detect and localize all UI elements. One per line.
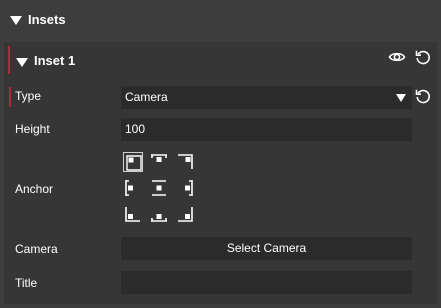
- reset-type-icon[interactable]: [414, 87, 432, 105]
- height-label: Height: [15, 122, 50, 136]
- type-row-accent-bar: [9, 87, 11, 107]
- type-select-value: Camera: [125, 90, 168, 104]
- inset-accent-bar: [8, 46, 10, 74]
- anchor-bottom-right-button[interactable]: [175, 204, 195, 224]
- select-camera-button[interactable]: Select Camera: [121, 237, 412, 260]
- insets-section-title: Insets: [28, 12, 66, 27]
- chevron-down-icon[interactable]: [396, 94, 406, 102]
- type-label: Type: [15, 89, 42, 103]
- anchor-grid: [121, 150, 197, 226]
- visibility-eye-icon[interactable]: [388, 48, 406, 66]
- collapse-triangle-icon[interactable]: [10, 16, 22, 25]
- camera-label: Camera: [15, 242, 58, 256]
- anchor-top-left-button[interactable]: [123, 152, 143, 172]
- height-input[interactable]: 100: [121, 118, 412, 141]
- inset-header[interactable]: Inset 1: [4, 42, 437, 78]
- anchor-top-right-button[interactable]: [175, 152, 195, 172]
- type-select[interactable]: Camera: [121, 86, 412, 109]
- anchor-label: Anchor: [15, 182, 54, 196]
- anchor-middle-left-button[interactable]: [123, 178, 143, 198]
- inset-collapse-triangle-icon[interactable]: [16, 58, 28, 67]
- anchor-bottom-center-button[interactable]: [149, 204, 169, 224]
- anchor-bottom-left-button[interactable]: [123, 204, 143, 224]
- inset-group: [4, 42, 437, 304]
- anchor-middle-right-button[interactable]: [175, 178, 195, 198]
- anchor-top-center-button[interactable]: [149, 152, 169, 172]
- reset-inset-icon[interactable]: [414, 48, 432, 66]
- inset-title: Inset 1: [34, 53, 76, 68]
- title-label: Title: [15, 276, 38, 290]
- insets-section-header[interactable]: Insets: [0, 0, 441, 40]
- title-input[interactable]: [121, 271, 412, 294]
- anchor-center-button[interactable]: [149, 178, 169, 198]
